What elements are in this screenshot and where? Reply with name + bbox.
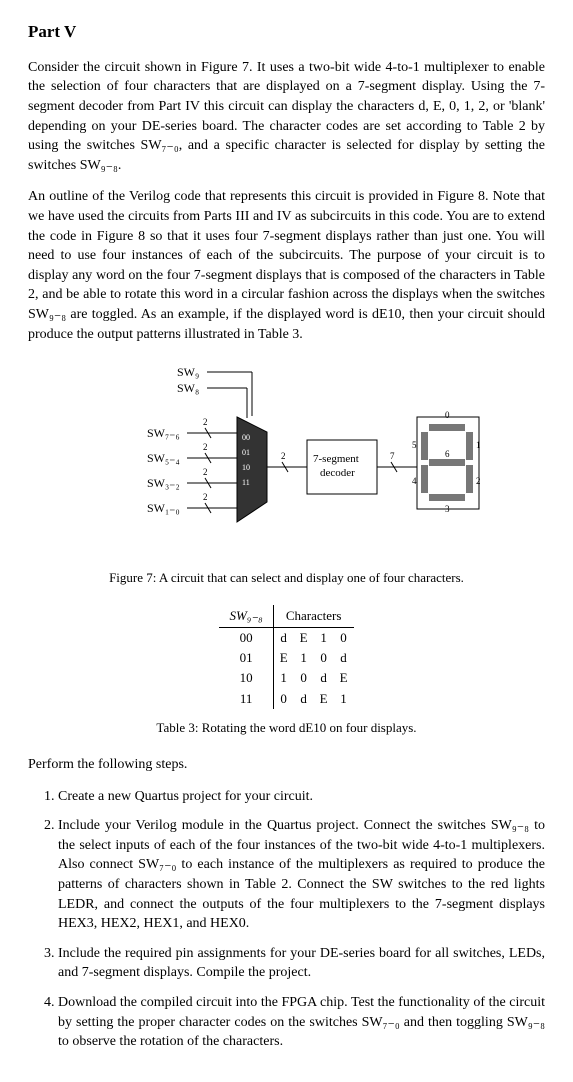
label-sw76: SW₇₋₆ [147, 426, 180, 440]
seg-2: 2 [476, 476, 481, 486]
table-row: 00 d E 1 0 [219, 628, 353, 649]
seg-5: 5 [412, 440, 417, 450]
label-sw8: SW₈ [177, 381, 199, 395]
bus-2c: 2 [203, 467, 208, 477]
paragraph-1: Consider the circuit shown in Figure 7. … [28, 58, 545, 176]
bus-2a: 2 [203, 417, 208, 427]
label-sw32: SW₃₋₂ [147, 476, 180, 490]
label-sw54: SW₅₋₄ [147, 451, 180, 465]
decoder-label-2: decoder [320, 467, 355, 479]
bus-2b: 2 [203, 442, 208, 452]
seg-3: 3 [445, 504, 450, 514]
step-4: Download the compiled circuit into the F… [58, 993, 545, 1052]
steps-intro: Perform the following steps. [28, 755, 545, 775]
mux-11: 11 [242, 478, 250, 487]
mux-10: 10 [242, 463, 250, 472]
seg-0: 0 [445, 410, 450, 420]
step-1: Create a new Quartus project for your ci… [58, 787, 545, 807]
bus-2e: 2 [281, 451, 286, 461]
table-row: 01 E 1 0 d [219, 648, 353, 668]
table-3-caption: Table 3: Rotating the word dE10 on four … [28, 719, 545, 737]
mux-00: 00 [242, 433, 250, 442]
label-sw10: SW₁₋₀ [147, 501, 180, 515]
table-row: 11 0 d E 1 [219, 689, 353, 709]
table3-header-right: Characters [273, 605, 353, 628]
step-2: Include your Verilog module in the Quart… [58, 816, 545, 934]
table-row: 10 1 0 d E [219, 668, 353, 688]
figure-7: SW₉ SW₈ SW₇₋₆ SW₅₋₄ SW₃₋₂ SW₁₋₀ 2 2 2 2 … [28, 362, 545, 559]
seg-4: 4 [412, 476, 417, 486]
seg-6: 6 [445, 449, 450, 459]
decoder-label-1: 7-segment [313, 453, 359, 465]
table-3: SW₉₋₈ Characters 00 d E 1 0 01 E 1 0 d 1… [219, 605, 353, 709]
mux-01: 01 [242, 448, 250, 457]
figure-7-caption: Figure 7: A circuit that can select and … [28, 569, 545, 587]
bus-7: 7 [390, 451, 395, 461]
steps-list: Create a new Quartus project for your ci… [28, 787, 545, 1052]
step-3: Include the required pin assignments for… [58, 944, 545, 983]
seg-1: 1 [476, 440, 481, 450]
table3-header-left: SW₉₋₈ [219, 605, 273, 628]
bus-2d: 2 [203, 492, 208, 502]
part-title: Part V [28, 20, 545, 44]
paragraph-2: An outline of the Verilog code that repr… [28, 187, 545, 344]
label-sw9: SW₉ [177, 365, 199, 379]
circuit-diagram: SW₉ SW₈ SW₇₋₆ SW₅₋₄ SW₃₋₂ SW₁₋₀ 2 2 2 2 … [77, 362, 497, 552]
